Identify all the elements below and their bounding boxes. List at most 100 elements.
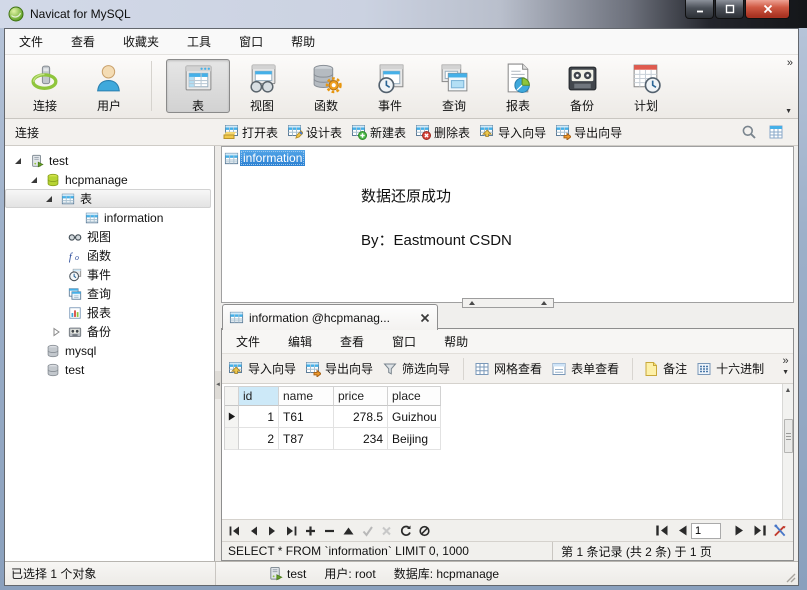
menu-window[interactable]: 窗口 [229,29,273,54]
scroll-up-icon[interactable]: ▲ [783,384,793,397]
refresh-icon[interactable] [399,525,412,537]
toolbar-query[interactable]: 查询 [422,59,486,113]
close-button[interactable] [745,0,790,19]
resize-grip-icon[interactable] [786,573,796,583]
menu-tools[interactable]: 工具 [177,29,221,54]
tw-import-wizard-button[interactable]: 导入向导 [228,360,296,377]
add-record-icon[interactable] [304,525,317,537]
toolbar-schedule[interactable]: 计划 [614,59,678,113]
tree-item-views[interactable]: 视图 [5,227,214,246]
previous-page-icon[interactable] [675,524,689,537]
toolbar-report[interactable]: 报表 [486,59,550,113]
toolbar-backup[interactable]: 备份 [550,59,614,113]
tree-item-information[interactable]: information [5,208,214,227]
tree-item-label: hcpmanage [65,172,128,187]
tree-item-test2[interactable]: test [5,360,214,379]
toolbar-function[interactable]: 函数 [294,59,358,113]
tw-hex-button[interactable]: 十六进制 [696,360,764,377]
tw-menu-edit[interactable]: 编辑 [278,329,322,354]
minimize-button[interactable] [685,0,714,19]
expanded-arrow-icon[interactable] [29,175,39,185]
cell-place[interactable]: Beijing [388,428,441,450]
first-page-icon[interactable] [655,524,669,537]
vertical-scrollbar[interactable]: ▲ [782,384,793,519]
toolbar-dropdown-icon[interactable]: ▼ [785,108,792,115]
first-record-icon[interactable] [228,525,241,537]
tw-menu-file[interactable]: 文件 [226,329,270,354]
tab-close-icon[interactable] [419,312,431,324]
caret-up-icon[interactable] [342,525,355,537]
column-header-price[interactable]: price [334,387,388,406]
tree-item-backup[interactable]: 备份 [5,322,214,341]
column-header-name[interactable]: name [279,387,334,406]
next-page-icon[interactable] [733,524,747,537]
cell-price[interactable]: 234 [334,428,388,450]
tw-memo-button[interactable]: 备注 [643,360,687,377]
cell-name[interactable]: T61 [279,406,334,428]
tree-item-mysql[interactable]: mysql [5,341,214,360]
tw-form-view-button[interactable]: 表单查看 [551,360,619,377]
toolbar-connection[interactable]: 连接 [13,59,77,113]
view-small-icon [68,230,82,244]
previous-record-icon[interactable] [247,525,260,537]
column-header-place[interactable]: place [388,387,441,406]
table-row[interactable]: 2 T87 234 Beijing [225,428,441,450]
cell-price[interactable]: 278.5 [334,406,388,428]
discard-changes-icon [380,525,393,537]
collapsed-arrow-icon[interactable] [51,327,61,337]
tw-toolbar-overflow[interactable]: » ▼ [782,356,789,378]
tw-grid-view-button[interactable]: 网格查看 [474,360,542,377]
cell-id[interactable]: 2 [239,428,279,450]
object-list-item-information[interactable]: information [224,150,306,166]
delete-record-icon[interactable] [323,525,336,537]
last-page-icon[interactable] [753,524,767,537]
scrollbar-thumb[interactable] [783,419,793,453]
last-record-icon[interactable] [285,525,298,537]
column-grid-icon[interactable] [768,124,784,140]
object-toolbar-buttons: 打开表 设计表 新建表 删除表 导入向导 导出向导 [223,124,631,141]
menu-view[interactable]: 查看 [61,29,105,54]
menu-file[interactable]: 文件 [9,29,53,54]
stop-icon[interactable] [418,525,431,537]
expanded-arrow-icon[interactable] [13,156,23,166]
toolbar-user[interactable]: 用户 [77,59,141,113]
tree-item-events[interactable]: 事件 [5,265,214,284]
tw-export-label: 导出向导 [325,362,374,376]
tw-export-wizard-button[interactable]: 导出向导 [305,360,373,377]
tree-item-tables[interactable]: 表 [5,189,211,208]
export-wizard-button[interactable]: 导出向导 [555,124,622,141]
open-table-button[interactable]: 打开表 [223,124,278,141]
tree-item-hcpmanage[interactable]: hcpmanage [5,170,214,189]
tw-menu-help[interactable]: 帮助 [434,329,478,354]
toolbar-separator [151,61,152,111]
tree-item-reports[interactable]: 报表 [5,303,214,322]
toolbar-table[interactable]: 表 [166,59,230,113]
toolbar-event[interactable]: 事件 [358,59,422,113]
tools-icon[interactable] [773,524,787,537]
tree-item-test[interactable]: test [5,151,214,170]
toolbar-overflow-chevron-icon[interactable]: » [787,57,793,69]
page-number-input[interactable] [691,522,721,539]
maximize-button[interactable] [715,0,744,19]
next-record-icon[interactable] [266,525,279,537]
delete-table-button[interactable]: 删除表 [415,124,470,141]
expanded-arrow-icon[interactable] [44,194,54,204]
design-table-button[interactable]: 设计表 [287,124,342,141]
new-table-button[interactable]: 新建表 [351,124,406,141]
tw-menu-view[interactable]: 查看 [330,329,374,354]
tw-menu-window[interactable]: 窗口 [382,329,426,354]
tree-item-queries[interactable]: 查询 [5,284,214,303]
table-row[interactable]: 1 T61 278.5 Guizhou [225,406,441,428]
toolbar-view[interactable]: 视图 [230,59,294,113]
tw-filter-wizard-button[interactable]: 筛选向导 [382,360,450,377]
column-header-id[interactable]: id [239,387,279,406]
import-wizard-button[interactable]: 导入向导 [479,124,546,141]
cell-id[interactable]: 1 [239,406,279,428]
cell-name[interactable]: T87 [279,428,334,450]
menu-help[interactable]: 帮助 [281,29,325,54]
menu-favorites[interactable]: 收藏夹 [113,29,169,54]
cell-place[interactable]: Guizhou [388,406,441,428]
search-icon[interactable] [741,124,757,140]
tree-item-functions[interactable]: fo 函数 [5,246,214,265]
tab-information[interactable]: information @hcpmanag... [222,304,438,330]
